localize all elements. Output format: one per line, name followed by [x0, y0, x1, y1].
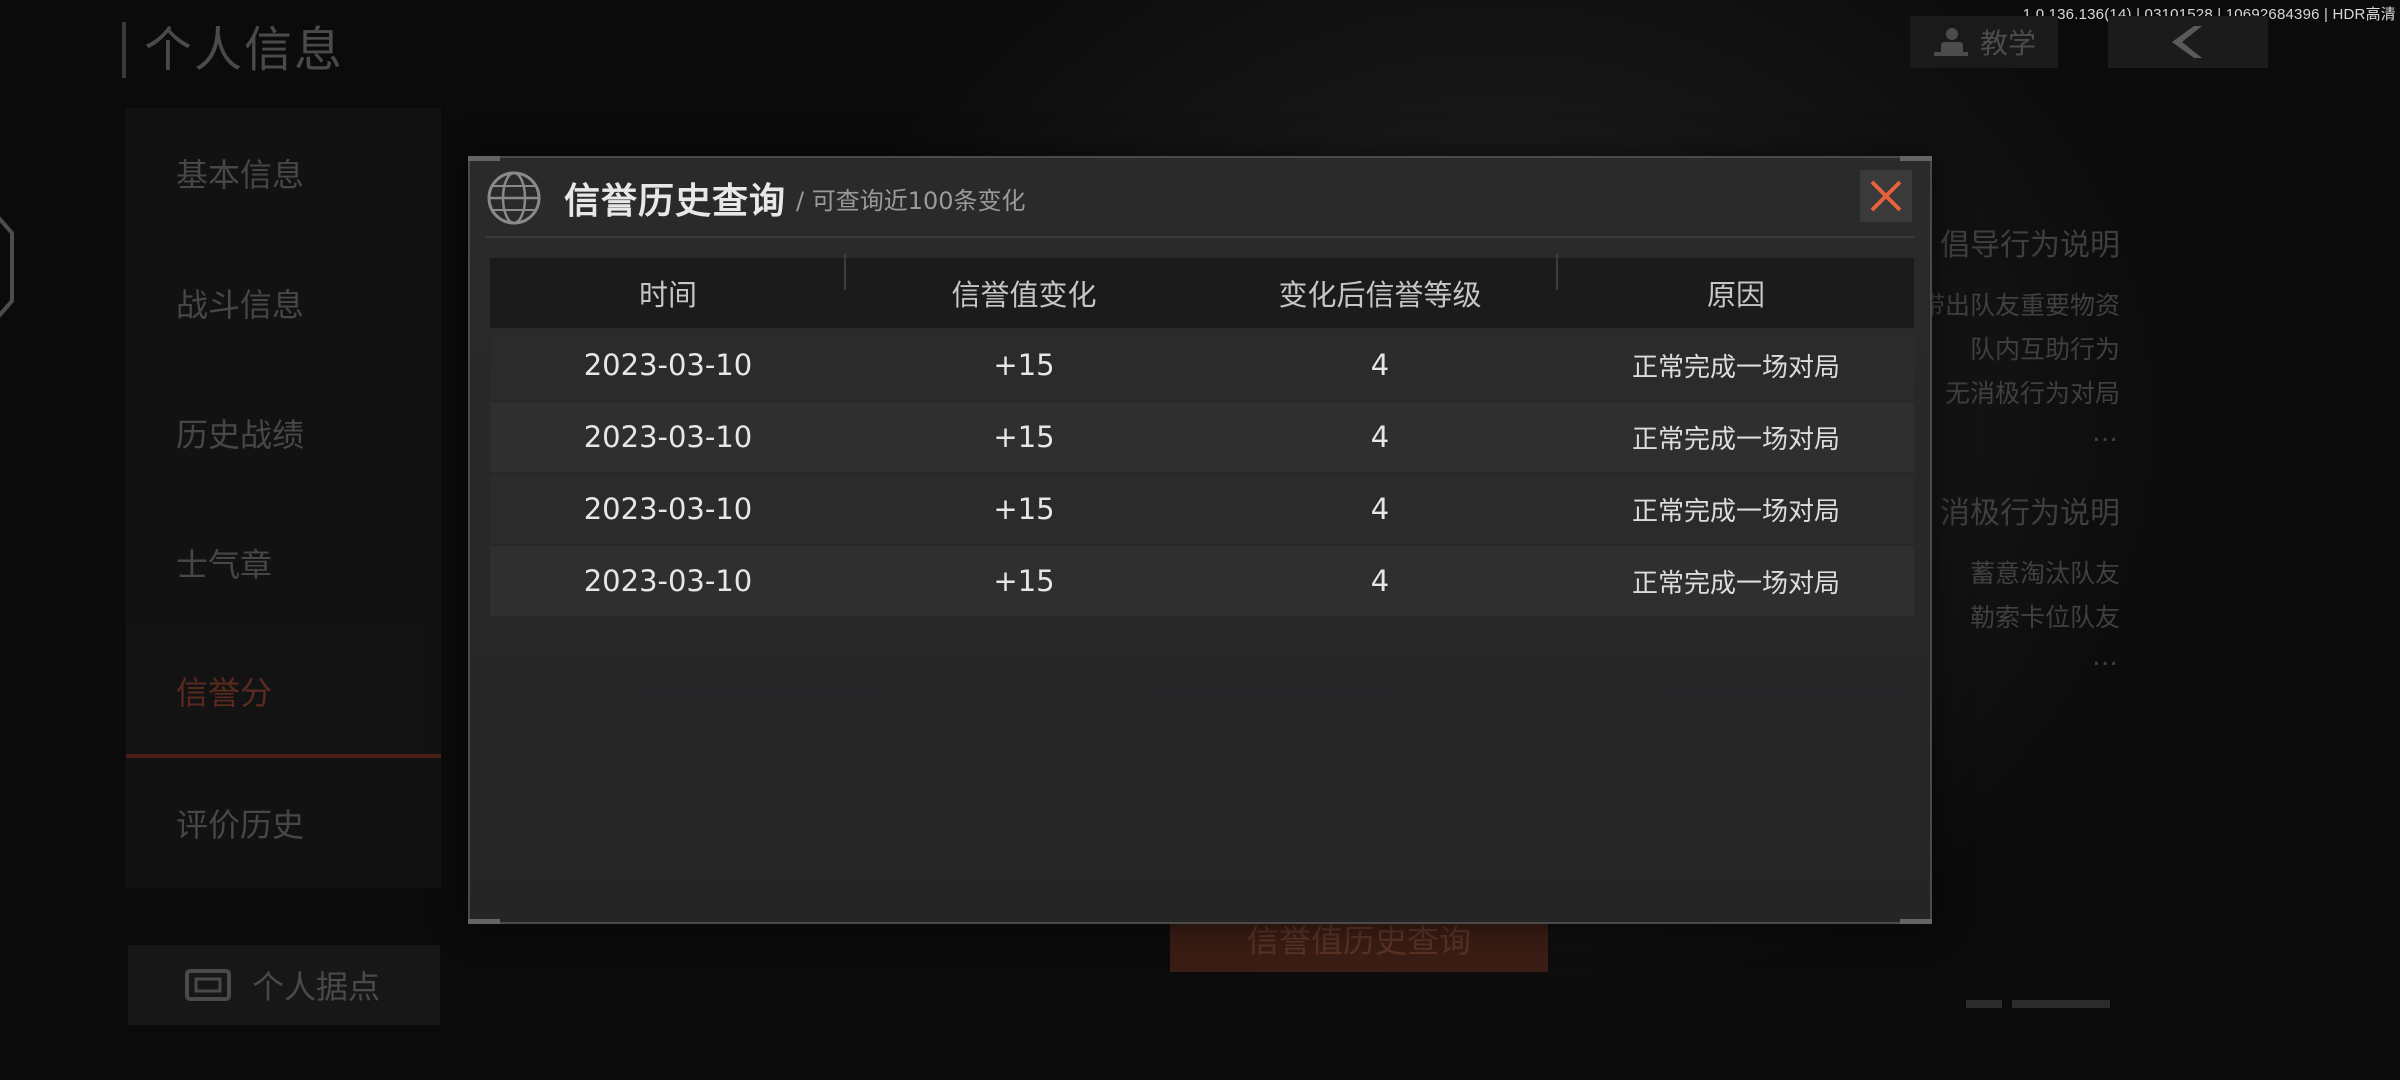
stronghold-label: 个人据点 — [252, 968, 381, 1006]
modal-header: 信誉历史查询 / 可查询近100条变化 — [470, 158, 1930, 238]
cell-date: 2023-03-10 — [583, 348, 753, 382]
table-body: 2023-03-10 +15 4 正常完成一场对局 2023-03-10 +15 4 正常完成… — [490, 330, 1914, 616]
sidebar-item-credit-score[interactable]: 信誉分 — [126, 628, 441, 758]
modal-title: 信誉历史查询 — [564, 181, 787, 222]
back-arrow-icon — [2172, 26, 2202, 58]
table-row: 2023-03-10 +15 4 正常完成一场对局 — [490, 402, 1914, 472]
cell-level-after: 4 — [1370, 564, 1390, 598]
tutorial-label: 教学 — [1979, 27, 2036, 60]
screen-root: 1.0.136.136(14) | 03101528 | 10692684396… — [0, 0, 2400, 1080]
close-button[interactable] — [1860, 170, 1912, 222]
cell-level-after: 4 — [1370, 348, 1390, 382]
table-header: 时间 信誉值变化 变化后信誉等级 原因 — [490, 254, 1914, 328]
column-header-level-after: 变化后信誉等级 — [1202, 254, 1558, 314]
sidebar-item-label: 战斗信息 — [176, 286, 305, 324]
cell-reason: 正常完成一场对局 — [1631, 568, 1840, 599]
cell-reason: 正常完成一场对局 — [1631, 496, 1840, 527]
cell-credit-change: +15 — [993, 564, 1055, 598]
sidebar-item-morale-badge[interactable]: 士气章 — [126, 498, 441, 628]
sidebar-item-basic-info[interactable]: 基本信息 — [126, 108, 441, 238]
credit-history-table: 时间 信誉值变化 变化后信誉等级 原因 2023-03-10 +15 4 正常完成一场… — [490, 254, 1914, 616]
tutorial-icon — [1933, 28, 1968, 56]
sidebar-item-battle-info[interactable]: 战斗信息 — [126, 238, 441, 368]
cell-level-after: 4 — [1370, 420, 1390, 454]
sidebar-item-history-record[interactable]: 历史战绩 — [126, 368, 441, 498]
table-row: 2023-03-10 +15 4 正常完成一场对局 — [490, 474, 1914, 544]
page-title: 个人信息 — [122, 22, 344, 78]
cell-reason: 正常完成一场对局 — [1631, 352, 1840, 383]
credit-history-modal: 信誉历史查询 / 可查询近100条变化 时间 信誉值变化 变化后信誉等级 原因 … — [468, 156, 1932, 924]
column-header-time: 时间 — [490, 254, 846, 314]
column-header-credit-change: 信誉值变化 — [951, 278, 1097, 312]
sidebar-item-label: 信誉分 — [176, 674, 273, 712]
sidebar: 基本信息 战斗信息 历史战绩 士气章 信誉分 评价历史 — [126, 108, 441, 888]
sidebar-item-label: 基本信息 — [176, 156, 305, 194]
cell-credit-change: +15 — [993, 420, 1055, 454]
tutorial-button[interactable]: 教学 — [1910, 16, 2058, 68]
table-row: 2023-03-10 +15 4 正常完成一场对局 — [490, 330, 1914, 400]
sidebar-item-review-history[interactable]: 评价历史 — [126, 758, 441, 888]
stronghold-button[interactable]: 个人据点 — [128, 945, 440, 1025]
left-edge-tab-icon[interactable] — [0, 215, 16, 319]
sidebar-item-label: 历史战绩 — [176, 416, 305, 454]
cell-reason: 正常完成一场对局 — [1631, 424, 1840, 455]
cell-date: 2023-03-10 — [583, 564, 753, 598]
cell-level-after: 4 — [1370, 492, 1390, 526]
modal-subtitle: / 可查询近100条变化 — [796, 186, 1026, 215]
table-row: 2023-03-10 +15 4 正常完成一场对局 — [490, 546, 1914, 616]
cell-date: 2023-03-10 — [583, 420, 753, 454]
sidebar-item-label: 评价历史 — [176, 806, 305, 844]
column-header-reason: 原因 — [1706, 278, 1765, 312]
close-icon — [1870, 180, 1902, 212]
cell-credit-change: +15 — [993, 348, 1055, 382]
cell-date: 2023-03-10 — [583, 492, 753, 526]
stronghold-icon — [185, 969, 231, 1001]
back-button[interactable] — [2108, 16, 2268, 68]
sidebar-item-label: 士气章 — [176, 546, 273, 584]
globe-icon — [487, 171, 541, 225]
page-indicator — [1966, 1000, 2110, 1008]
cell-credit-change: +15 — [993, 492, 1055, 526]
